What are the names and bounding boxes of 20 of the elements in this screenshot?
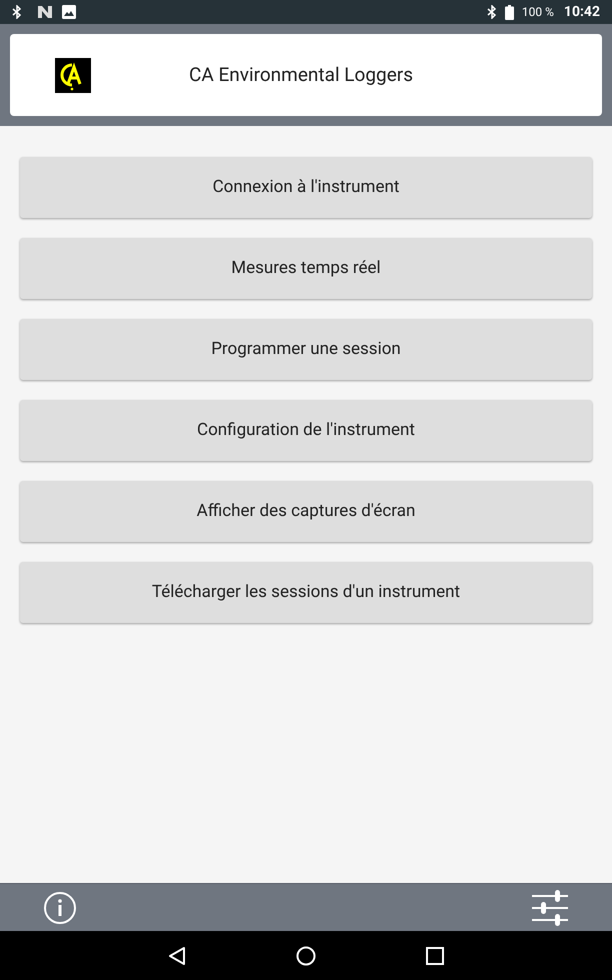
- menu-button[interactable]: Programmer une session: [20, 319, 592, 380]
- bluetooth-icon: [486, 5, 497, 19]
- app-title: CA Environmental Loggers: [189, 62, 414, 88]
- menu-button[interactable]: Connexion à l'instrument: [20, 157, 592, 218]
- menu-button[interactable]: Configuration de l'instrument: [20, 400, 592, 461]
- menu-button[interactable]: Télécharger les sessions d'un instrument: [20, 562, 592, 623]
- info-icon[interactable]: [43, 890, 77, 924]
- bluetooth-icon: [12, 5, 22, 19]
- menu-button[interactable]: Mesures temps réel: [20, 238, 592, 299]
- menu-button[interactable]: Afficher des captures d'écran: [20, 481, 592, 542]
- back-icon[interactable]: [168, 946, 186, 966]
- settings-sliders-icon[interactable]: [531, 888, 569, 926]
- battery-icon: [504, 4, 514, 20]
- home-icon[interactable]: [296, 946, 316, 966]
- battery-percentage: 100 %: [522, 4, 554, 21]
- image-icon: [62, 5, 76, 19]
- logo-icon: [55, 58, 91, 92]
- clock-time: 10:42: [564, 2, 600, 22]
- recent-apps-icon[interactable]: [426, 946, 444, 964]
- n-notification-icon: [38, 6, 52, 18]
